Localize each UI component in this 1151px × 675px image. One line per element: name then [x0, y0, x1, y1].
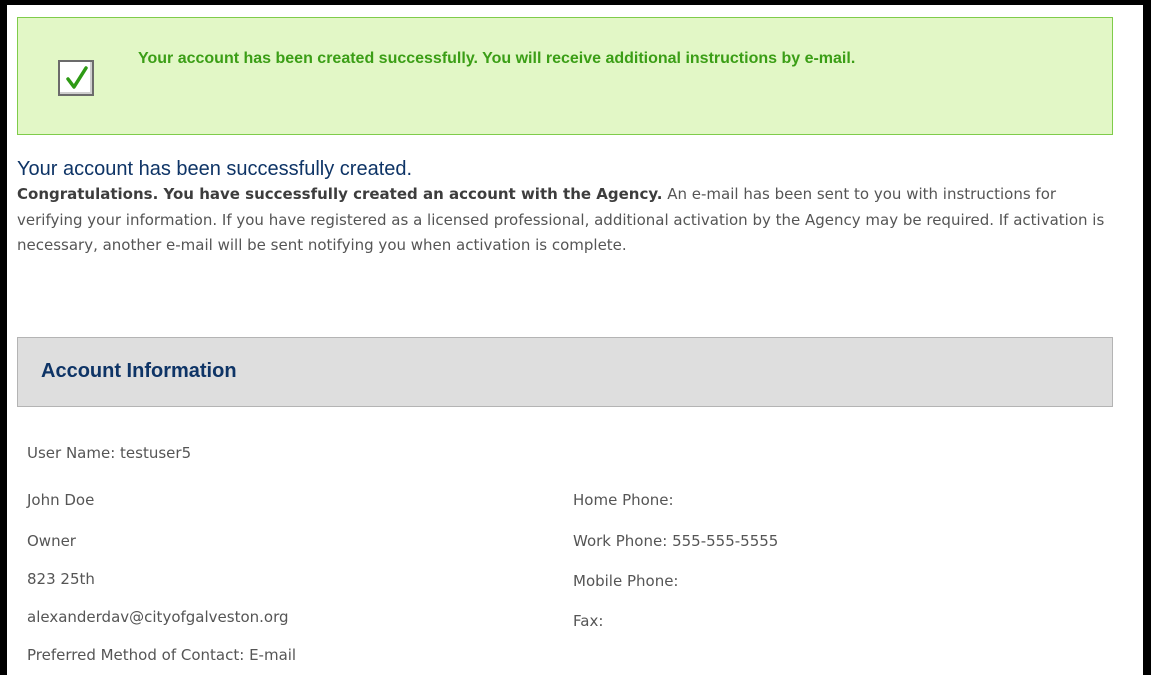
preferred-contact-value: E-mail — [249, 646, 297, 664]
username-row: User Name: testuser5 — [27, 443, 191, 463]
home-phone-row: Home Phone: — [573, 490, 674, 510]
username-value: testuser5 — [120, 444, 192, 462]
work-phone-value: 555-555-5555 — [672, 532, 779, 550]
full-name: John Doe — [27, 491, 95, 509]
fax-row: Fax: — [573, 611, 603, 631]
success-message: Your account has been created successful… — [138, 50, 856, 67]
address: 823 25th — [27, 570, 95, 588]
page-frame: Your account has been created successful… — [7, 5, 1143, 675]
intro-paragraph: Congratulations. You have successfully c… — [17, 182, 1107, 259]
section-title: Account Information — [41, 360, 237, 382]
home-phone-label: Home Phone: — [573, 491, 674, 509]
work-phone-row: Work Phone: 555-555-5555 — [573, 531, 778, 551]
intro-bold-text: Congratulations. You have successfully c… — [17, 185, 663, 203]
fax-label: Fax: — [573, 612, 604, 630]
mobile-phone-label: Mobile Phone: — [573, 572, 679, 590]
role: Owner — [27, 532, 76, 550]
work-phone-label: Work Phone: — [573, 532, 668, 550]
account-info-header: Account Information — [17, 337, 1113, 407]
preferred-contact-row: Preferred Method of Contact: E-mail — [27, 645, 296, 665]
page-title: Your account has been successfully creat… — [17, 158, 413, 180]
email: alexanderdav@cityofgalveston.org — [27, 608, 289, 626]
mobile-phone-row: Mobile Phone: — [573, 571, 679, 591]
preferred-contact-label: Preferred Method of Contact: — [27, 646, 245, 664]
username-label: User Name: — [27, 444, 116, 462]
success-alert: Your account has been created successful… — [17, 17, 1113, 135]
checkmark-icon — [58, 60, 94, 96]
